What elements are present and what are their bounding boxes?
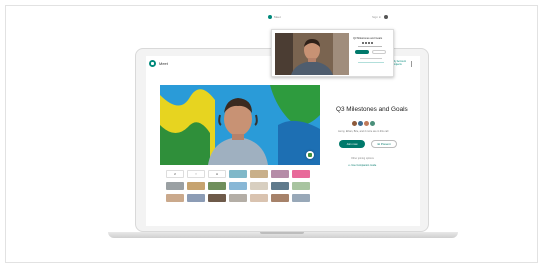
site-logo[interactable]: Meet [268, 15, 281, 19]
meeting-title: Q3 Milestones and Goals [336, 106, 408, 113]
avatar [358, 121, 363, 126]
other-options-label: Other joining options [351, 157, 374, 160]
background-thumbnail[interactable] [187, 194, 205, 202]
avatar [368, 42, 370, 44]
background-thumbnail[interactable] [166, 182, 184, 190]
companion-label: Use Companion mode [351, 164, 377, 167]
background-thumbnail[interactable] [229, 194, 247, 202]
site-logo-text: Meet [274, 15, 281, 19]
participant-avatars [352, 121, 375, 126]
meet-logo-icon [268, 15, 272, 19]
person-video-icon [275, 33, 349, 75]
meeting-preview-card[interactable]: Q3 Milestones and Goals [271, 29, 394, 77]
background-thumbnail[interactable] [271, 182, 289, 190]
camera-toggle-button[interactable] [306, 151, 314, 159]
background-thumbnail[interactable] [271, 194, 289, 202]
background-thumbnail[interactable] [292, 170, 310, 178]
header-actions[interactable]: Sign in [372, 15, 389, 19]
popup-present-button[interactable] [372, 50, 386, 54]
join-now-button[interactable]: Join now [339, 140, 365, 148]
camera-preview [160, 85, 320, 165]
background-thumbnail[interactable] [292, 194, 310, 202]
present-icon: ⊞ [377, 142, 380, 146]
avatar [352, 121, 357, 126]
avatar [365, 42, 367, 44]
sign-in-link[interactable]: Sign in [372, 15, 381, 19]
popup-camera-preview [275, 33, 349, 75]
background-option-none[interactable]: ⊘ [166, 170, 184, 178]
background-thumbnail[interactable] [208, 194, 226, 202]
background-option-blur[interactable]: ✧ [187, 170, 205, 178]
popup-in-call-text [358, 46, 382, 47]
background-thumbnail[interactable] [229, 170, 247, 178]
avatar [370, 121, 375, 126]
meet-app-name: Meet [159, 61, 168, 66]
meet-brand[interactable]: Meet [149, 60, 168, 67]
companion-mode-link[interactable]: ▭ Use Companion mode [348, 164, 376, 167]
background-thumbnail[interactable] [271, 170, 289, 178]
camera-icon [308, 153, 312, 157]
avatar [371, 42, 373, 44]
background-thumbnail[interactable] [166, 194, 184, 202]
avatar[interactable] [384, 15, 389, 19]
background-thumbnail[interactable] [250, 182, 268, 190]
present-label: Present [380, 142, 391, 146]
popup-meeting-title: Q3 Milestones and Goals [353, 37, 383, 40]
in-call-text: Jenny, Ethan, Brie, and 2 more are in th… [338, 130, 389, 133]
background-thumbnail[interactable] [208, 182, 226, 190]
person-video-icon [160, 85, 320, 165]
background-thumbnail[interactable] [250, 194, 268, 202]
avatar [362, 42, 364, 44]
background-thumbnail[interactable] [229, 182, 247, 190]
present-button[interactable]: ⊞ Present [371, 140, 397, 148]
background-thumbnail[interactable] [292, 182, 310, 190]
popup-join-button[interactable] [355, 50, 369, 54]
laptop-notch [260, 232, 304, 234]
background-option-add[interactable]: ⊕ [208, 170, 226, 178]
account-divider [411, 61, 412, 67]
background-effects-grid: ⊘ ✧ ⊕ [166, 170, 314, 202]
popup-companion-link[interactable] [358, 62, 384, 63]
companion-icon: ▭ [348, 164, 351, 167]
popup-other-options [360, 58, 382, 59]
meet-app-icon [149, 60, 156, 67]
avatar [364, 121, 369, 126]
background-thumbnail[interactable] [250, 170, 268, 178]
popup-participants [362, 42, 373, 44]
account-info[interactable]: My Account projects [393, 60, 411, 66]
background-thumbnail[interactable] [187, 182, 205, 190]
